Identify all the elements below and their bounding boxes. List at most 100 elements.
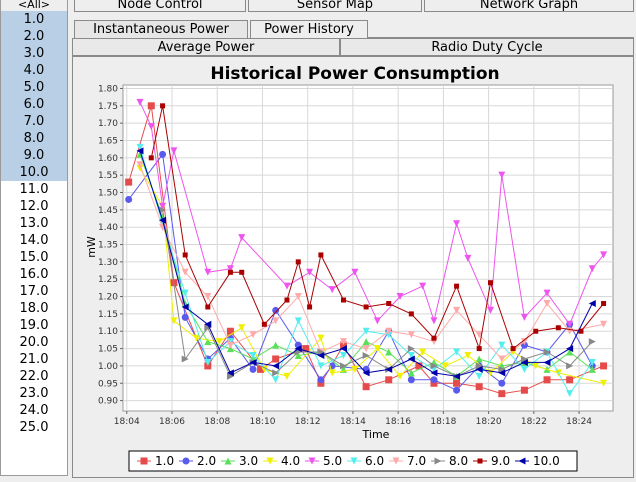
data-point bbox=[159, 150, 167, 158]
y-tick-label: 1.50 bbox=[98, 189, 118, 199]
node-list-item[interactable]: 2.0 bbox=[1, 28, 67, 45]
node-list-item[interactable]: 8.0 bbox=[1, 130, 67, 147]
data-point bbox=[520, 386, 528, 394]
power-history-panel: Historical Power Consumption 0.90 0.95 1.0… bbox=[72, 56, 634, 478]
node-list-item[interactable]: 25.0 bbox=[1, 419, 67, 436]
data-point bbox=[181, 313, 189, 321]
node-list-item[interactable]: 14.0 bbox=[1, 232, 67, 249]
data-point bbox=[476, 346, 482, 352]
y-tick-label: 1.60 bbox=[98, 154, 118, 164]
data-point bbox=[555, 325, 561, 331]
tab-sensor-map[interactable]: Sensor Map bbox=[248, 0, 422, 12]
y-tick-label: 1.35 bbox=[98, 241, 118, 251]
y-tick-label: 0.95 bbox=[98, 379, 118, 389]
y-tick-label: 1.15 bbox=[98, 310, 118, 320]
legend-label: 7.0 bbox=[407, 454, 426, 468]
data-point bbox=[318, 252, 324, 258]
node-list-item[interactable]: 11.0 bbox=[1, 181, 67, 198]
x-axis-ticks: 18:04 18:06 18:08 18:10 18:12 18:14 18:16 18:18… bbox=[114, 411, 592, 427]
node-list-item[interactable]: 21.0 bbox=[1, 351, 67, 368]
tab-power-history[interactable]: Power History bbox=[250, 20, 368, 38]
x-tick-label: 18:18 bbox=[430, 417, 456, 427]
node-list-item[interactable]: 4.0 bbox=[1, 62, 67, 79]
data-point bbox=[454, 283, 460, 289]
node-list-item[interactable]: 20.0 bbox=[1, 334, 67, 351]
legend-label: 1.0 bbox=[155, 454, 174, 468]
data-point bbox=[125, 195, 133, 203]
data-point bbox=[341, 297, 346, 303]
data-point bbox=[125, 178, 133, 186]
legend-label: 9.0 bbox=[491, 454, 510, 468]
node-list-item[interactable]: 12.0 bbox=[1, 198, 67, 215]
data-point bbox=[408, 311, 414, 317]
data-point bbox=[498, 379, 506, 387]
data-point bbox=[488, 280, 493, 286]
tab-instantaneous-power[interactable]: Instantaneous Power bbox=[74, 20, 248, 38]
data-point bbox=[600, 362, 608, 370]
y-tick-label: 1.10 bbox=[98, 327, 118, 337]
node-list[interactable]: <All> 1.0 2.0 3.0 4.0 5.0 6.0 7.0 8.0 9.0 10.0 11.… bbox=[0, 0, 68, 476]
y-tick-label: 1.55 bbox=[98, 171, 118, 181]
x-tick-label: 18:10 bbox=[249, 417, 275, 427]
y-tick-label: 1.45 bbox=[98, 206, 118, 216]
y-tick-label: 0.90 bbox=[98, 397, 118, 407]
data-point bbox=[431, 335, 437, 341]
node-list-item[interactable]: 13.0 bbox=[1, 215, 67, 232]
legend-label: 3.0 bbox=[239, 454, 258, 468]
y-tick-label: 1.75 bbox=[98, 102, 118, 112]
node-list-item[interactable]: 16.0 bbox=[1, 266, 67, 283]
node-list-item[interactable]: 7.0 bbox=[1, 113, 67, 130]
node-list-all-item[interactable]: <All> bbox=[1, 0, 67, 11]
data-point bbox=[261, 321, 267, 327]
node-list-item[interactable]: 6.0 bbox=[1, 96, 67, 113]
x-tick-label: 18:22 bbox=[521, 417, 547, 427]
y-tick-label: 1.30 bbox=[98, 258, 118, 268]
data-point bbox=[566, 376, 574, 384]
data-point bbox=[272, 355, 280, 363]
node-list-item[interactable]: 10.0 bbox=[1, 164, 67, 181]
node-list-item[interactable]: 9.0 bbox=[1, 147, 67, 164]
tab-average-power[interactable]: Average Power bbox=[72, 38, 340, 56]
x-tick-label: 18:16 bbox=[385, 417, 411, 427]
legend-label: 6.0 bbox=[365, 454, 384, 468]
y-tick-label: 1.20 bbox=[98, 293, 118, 303]
node-list-item[interactable]: 3.0 bbox=[1, 45, 67, 62]
data-point bbox=[160, 103, 166, 109]
y-axis-ticks: 0.90 0.95 1.00 1.05 1.10 1.15 1.20 1.25 1.30 1.35… bbox=[98, 84, 123, 407]
node-list-item[interactable]: 19.0 bbox=[1, 317, 67, 334]
data-point bbox=[295, 259, 301, 265]
data-point bbox=[249, 365, 257, 373]
data-point bbox=[386, 300, 392, 306]
data-point bbox=[363, 304, 369, 310]
node-list-item[interactable]: 22.0 bbox=[1, 368, 67, 385]
node-list-item[interactable]: 18.0 bbox=[1, 300, 67, 317]
node-list-item[interactable]: 17.0 bbox=[1, 283, 67, 300]
tab-node-control[interactable]: Node Control bbox=[74, 0, 246, 12]
data-point bbox=[182, 252, 188, 258]
legend-label: 10.0 bbox=[533, 454, 560, 468]
node-list-item[interactable]: 1.0 bbox=[1, 11, 67, 28]
y-tick-label: 1.65 bbox=[98, 136, 118, 146]
data-point bbox=[205, 304, 211, 310]
tab-network-graph[interactable]: Network Graph bbox=[424, 0, 634, 12]
data-point bbox=[307, 304, 313, 310]
tab-radio-duty-cycle[interactable]: Radio Duty Cycle bbox=[340, 38, 634, 56]
data-point bbox=[453, 379, 461, 387]
x-tick-label: 18:24 bbox=[566, 417, 592, 427]
data-point bbox=[430, 376, 438, 384]
data-point bbox=[284, 297, 290, 303]
legend-label: 5.0 bbox=[323, 454, 342, 468]
node-list-item[interactable]: 24.0 bbox=[1, 402, 67, 419]
node-list-item[interactable]: 5.0 bbox=[1, 79, 67, 96]
data-point bbox=[147, 102, 155, 110]
node-list-items: 1.0 2.0 3.0 4.0 5.0 6.0 7.0 8.0 9.0 10.0 11.0 12.0 1… bbox=[1, 11, 67, 436]
y-tick-label: 1.80 bbox=[98, 84, 118, 94]
node-list-item[interactable]: 15.0 bbox=[1, 249, 67, 266]
data-point bbox=[317, 376, 325, 384]
y-tick-label: 1.00 bbox=[98, 362, 118, 372]
x-tick-label: 18:08 bbox=[204, 417, 230, 427]
x-tick-label: 18:12 bbox=[295, 417, 321, 427]
node-list-item[interactable]: 23.0 bbox=[1, 385, 67, 402]
legend-marker bbox=[477, 458, 483, 464]
data-point bbox=[533, 328, 539, 334]
